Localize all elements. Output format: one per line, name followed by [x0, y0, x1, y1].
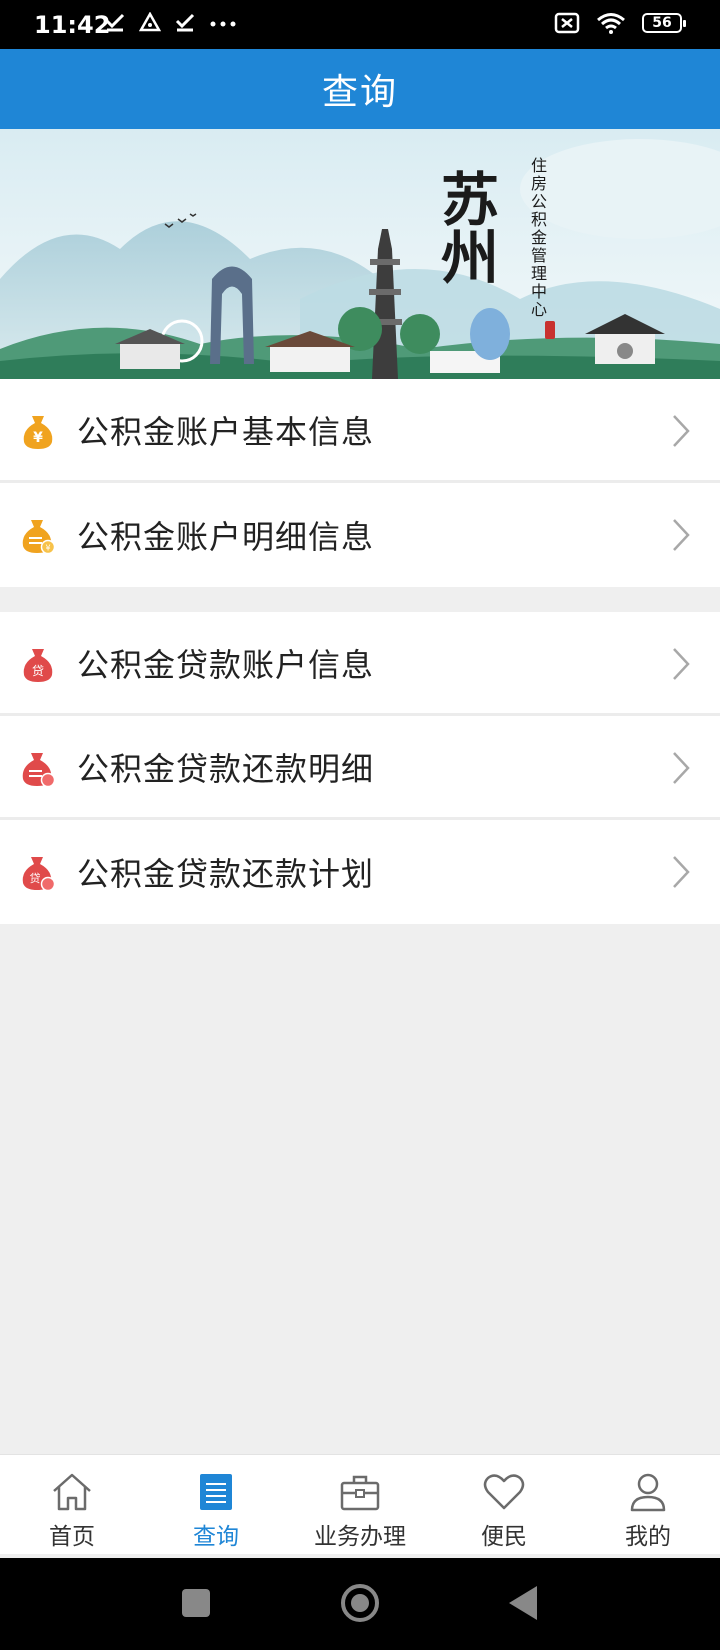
money-bag-detail-icon: ¥	[22, 520, 56, 554]
more-dots-icon	[210, 21, 236, 27]
nav-item-business[interactable]: 业务办理	[288, 1455, 432, 1555]
nav-label: 便民	[481, 1524, 527, 1550]
chevron-right-icon	[673, 415, 690, 447]
nav-label: 首页	[49, 1524, 95, 1550]
back-button[interactable]	[509, 1586, 537, 1620]
check-icon	[175, 13, 195, 32]
heart-icon	[483, 1474, 525, 1510]
nav-label: 查询	[193, 1524, 239, 1550]
chevron-right-icon	[673, 519, 690, 551]
menu-item-loan-repay-detail[interactable]: 公积金贷款还款明细	[0, 716, 720, 820]
menu-item-label: 公积金贷款还款计划	[77, 855, 375, 893]
briefcase-icon	[340, 1475, 380, 1511]
bottom-navigation: 首页 查询 业务办理 便民 我的	[0, 1454, 720, 1555]
menu-item-label: 公积金账户基本信息	[77, 412, 375, 451]
status-bar: 11:42 56	[0, 0, 720, 49]
menu-item-loan-account-info[interactable]: 贷 公积金贷款账户信息	[0, 612, 720, 716]
menu-item-label: 公积金账户明细信息	[77, 518, 375, 556]
system-navigation-bar	[0, 1558, 720, 1650]
battery-icon: 56	[642, 13, 686, 33]
nav-item-mine[interactable]: 我的	[576, 1455, 720, 1555]
svg-text:¥: ¥	[45, 544, 50, 553]
svg-text:贷: 贷	[30, 871, 41, 885]
app-header: 查询	[0, 49, 720, 129]
menu-item-label: 公积金贷款还款明细	[77, 749, 375, 788]
recent-apps-button[interactable]	[182, 1589, 210, 1617]
banner-city-title: 苏州	[431, 169, 499, 285]
status-time: 11:42	[34, 11, 111, 39]
page-title: 查询	[321, 72, 398, 113]
svg-text:贷: 贷	[32, 664, 44, 678]
chevron-right-icon	[673, 648, 690, 680]
loan-query-group: 贷 公积金贷款账户信息 公积金贷款还款明细 贷 公积金贷款还款计划	[0, 612, 720, 924]
sim-off-icon	[554, 12, 580, 34]
home-icon	[53, 1473, 91, 1511]
menu-item-account-basic-info[interactable]: ¥ 公积金账户基本信息	[0, 379, 720, 483]
loan-repay-plan-icon: 贷	[22, 857, 56, 891]
suzhou-skyline-illustration	[0, 129, 720, 379]
account-query-group: ¥ 公积金账户基本信息 ¥ 公积金账户明细信息	[0, 379, 720, 587]
home-button[interactable]	[341, 1584, 379, 1622]
svg-text:¥: ¥	[33, 430, 43, 446]
nav-item-convenience[interactable]: 便民	[432, 1455, 576, 1555]
notification-icons	[105, 12, 239, 32]
nav-label: 我的	[625, 1524, 671, 1550]
check-icon	[105, 13, 125, 32]
wifi-icon	[597, 13, 625, 34]
loan-repay-detail-icon	[22, 753, 56, 787]
nav-item-query[interactable]: 查询	[144, 1455, 288, 1555]
battery-level: 56	[652, 15, 672, 31]
banner-image[interactable]: 苏州 住房公积金管理中心	[0, 129, 720, 379]
loan-bag-icon: 贷	[23, 649, 53, 682]
triangle-alert-icon	[139, 12, 161, 32]
money-bag-yen-icon: ¥	[23, 416, 53, 449]
menu-item-account-detail-info[interactable]: ¥ 公积金账户明细信息	[0, 483, 720, 587]
chevron-right-icon	[673, 752, 690, 784]
nav-label: 业务办理	[314, 1524, 406, 1550]
query-list-icon	[200, 1474, 232, 1510]
user-icon	[630, 1473, 666, 1512]
menu-item-label: 公积金贷款账户信息	[77, 645, 375, 684]
chevron-right-icon	[673, 856, 690, 888]
seal-stamp	[545, 321, 555, 339]
banner-subtitle: 住房公积金管理中心	[528, 157, 547, 319]
menu-item-loan-repay-plan[interactable]: 贷 公积金贷款还款计划	[0, 820, 720, 924]
nav-item-home[interactable]: 首页	[0, 1455, 144, 1555]
